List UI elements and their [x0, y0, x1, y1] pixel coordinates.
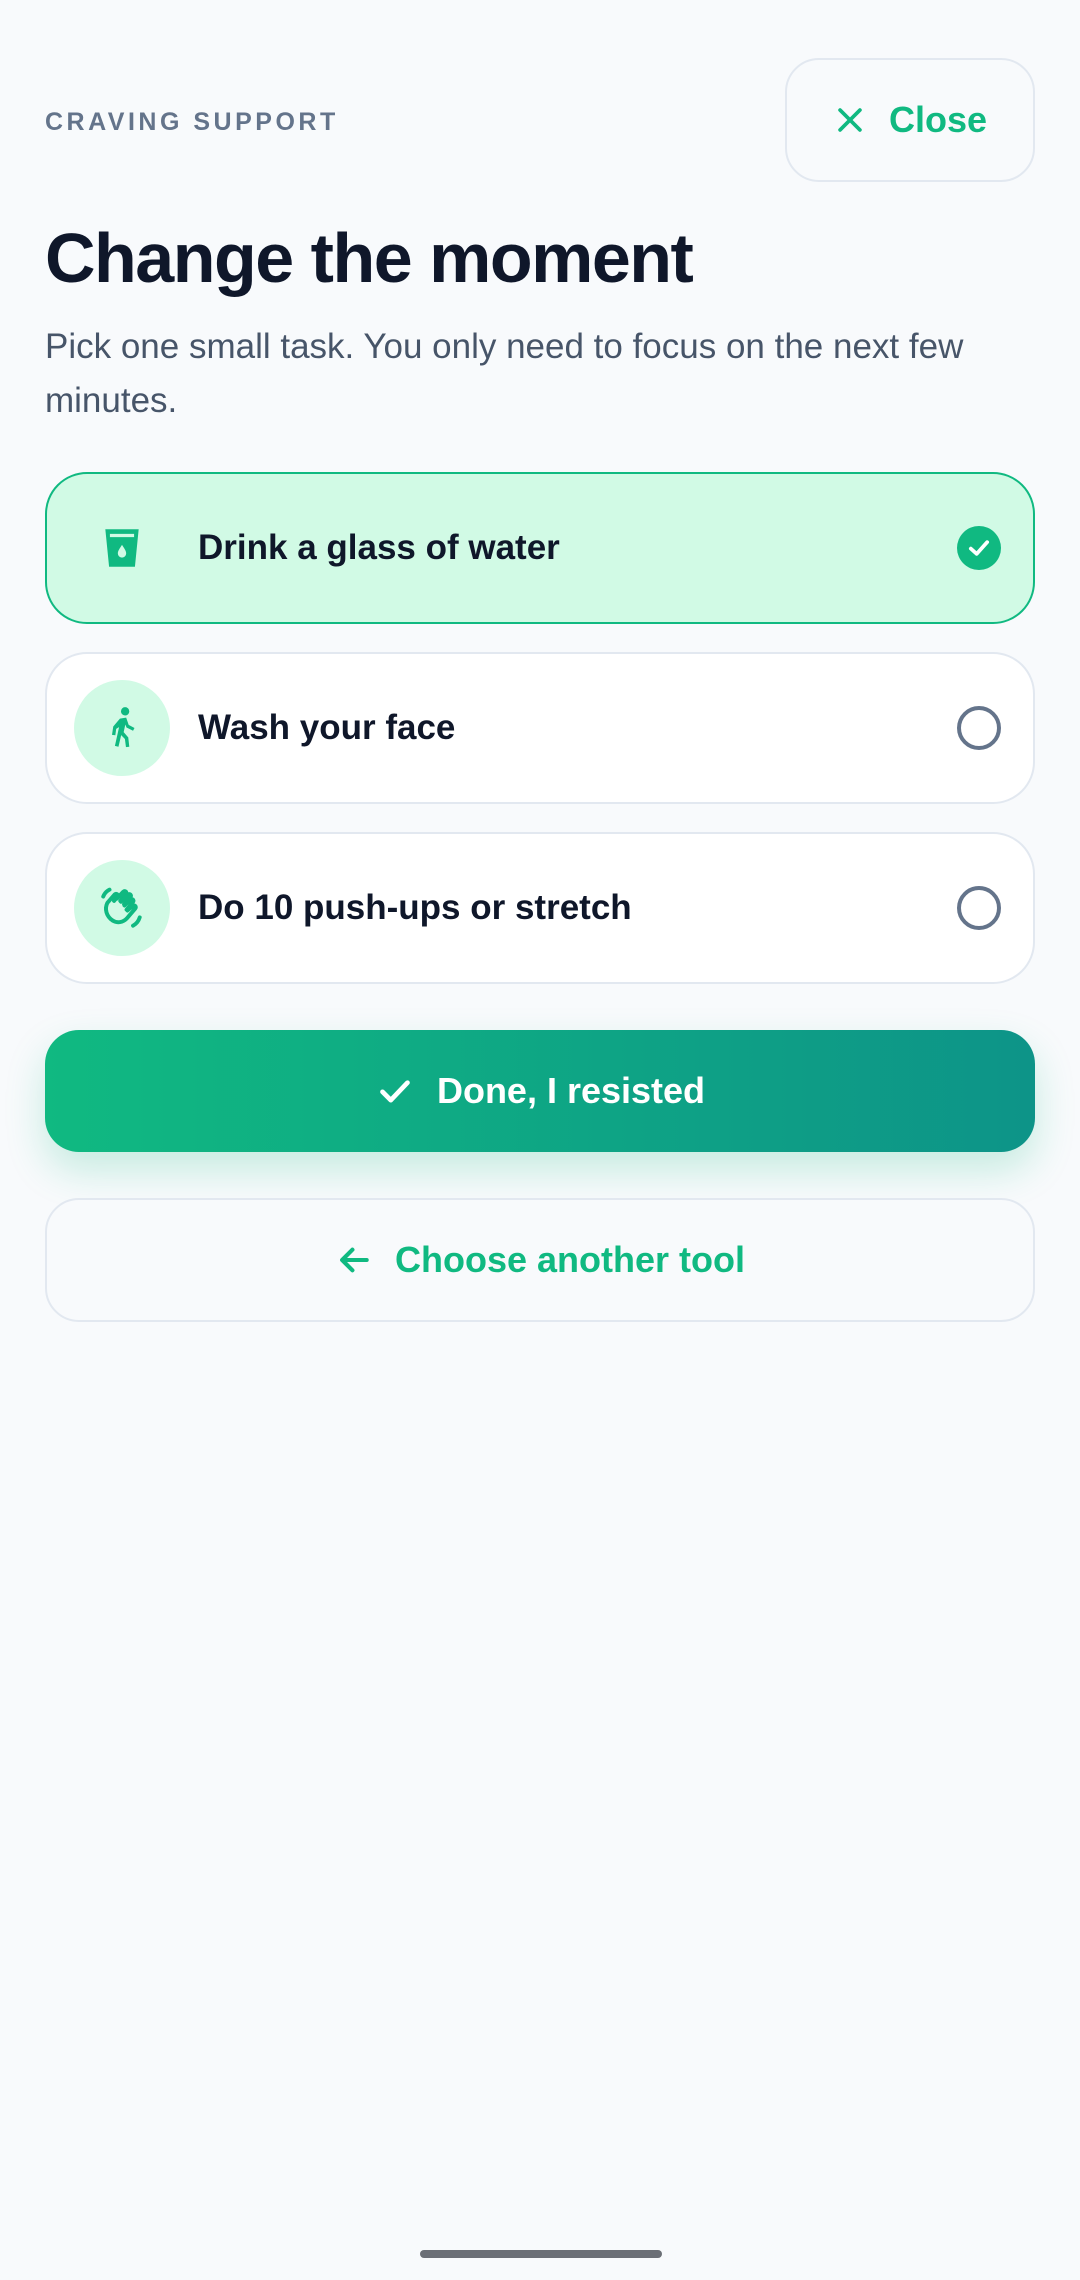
close-icon	[838, 108, 862, 132]
close-button[interactable]: Close	[785, 58, 1035, 182]
choose-another-tool-button[interactable]: Choose another tool	[45, 1198, 1035, 1322]
task-label: Drink a glass of water	[198, 528, 560, 567]
section-eyebrow: CRAVING SUPPORT	[45, 108, 339, 136]
page-title: Change the moment	[45, 219, 694, 297]
done-resisted-button[interactable]: Done, I resisted	[45, 1030, 1035, 1152]
done-button-label: Done, I resisted	[436, 1070, 706, 1111]
radio-checked[interactable]	[957, 526, 1001, 570]
check-icon	[968, 540, 990, 556]
back-button-label: Choose another tool	[395, 1239, 745, 1280]
water-glass-icon	[105, 529, 139, 567]
radio-unchecked[interactable]	[957, 706, 1001, 750]
task-option-drink-water[interactable]: Drink a glass of water	[45, 472, 1035, 624]
home-indicator[interactable]	[420, 2250, 662, 2258]
radio-unchecked[interactable]	[957, 886, 1001, 930]
task-option-wash-face[interactable]: Wash your face	[45, 652, 1035, 804]
close-label: Close	[888, 99, 988, 140]
task-icon-wrap	[74, 860, 170, 956]
page-subtitle: Pick one small task. You only need to fo…	[45, 327, 964, 420]
header: CRAVING SUPPORT Close	[45, 58, 1035, 182]
walking-person-icon	[112, 707, 135, 748]
check-icon	[380, 1080, 410, 1103]
screen: CRAVING SUPPORT Close Change the moment …	[0, 0, 1080, 2280]
task-icon-wrap	[74, 500, 170, 596]
task-label: Wash your face	[198, 708, 456, 747]
arrow-left-icon	[340, 1247, 369, 1273]
hands-icon	[101, 887, 142, 928]
task-label: Do 10 push-ups or stretch	[198, 888, 632, 927]
task-icon-wrap	[74, 680, 170, 776]
task-option-push-ups[interactable]: Do 10 push-ups or stretch	[45, 832, 1035, 984]
